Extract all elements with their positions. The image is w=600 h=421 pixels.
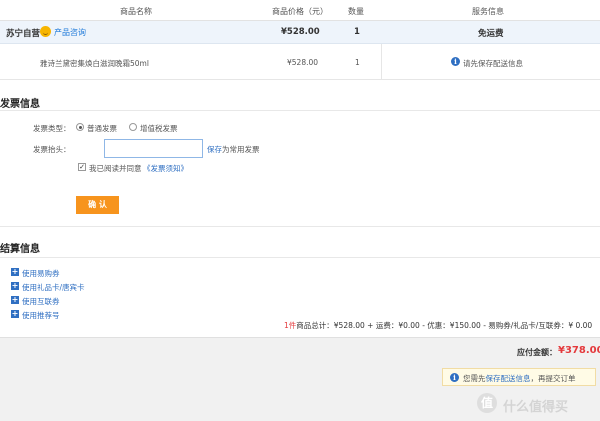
order-summary: 1件商品总计：¥528.00 + 运费：¥0.00 - 优惠：¥150.00 -…	[284, 320, 592, 331]
product-quantity: 1	[355, 58, 360, 67]
notice-prefix: 您需先	[463, 374, 486, 383]
agree-checkbox[interactable]: ✓	[78, 163, 86, 171]
store-quantity: 1	[354, 27, 360, 37]
smiley-icon	[40, 26, 51, 37]
col-price: 商品价格（元）	[272, 7, 328, 16]
col-service: 服务信息	[472, 7, 504, 16]
service-hint: 请先保存配送信息	[463, 59, 523, 68]
notice-text: 您需先保存配送信息，再提交订单	[463, 373, 576, 384]
use-gift-card-link[interactable]: 使用礼品卡/唐宾卡	[22, 282, 85, 293]
expand-plus-icon[interactable]: +	[11, 282, 19, 290]
order-table-header: 商品名称 商品价格（元） 数量 服务信息	[0, 0, 600, 21]
invoice-header-input[interactable]	[104, 139, 203, 158]
use-hulian-coupon-link[interactable]: 使用互联券	[22, 296, 60, 307]
notice-suffix: ，再提交订单	[530, 374, 576, 383]
divider	[0, 257, 600, 258]
radio-normal-invoice[interactable]	[76, 123, 84, 131]
shipping-info: 免运费	[478, 29, 504, 39]
payable-amount: ¥378.00	[558, 345, 600, 356]
expand-plus-icon[interactable]: +	[11, 310, 19, 318]
product-name[interactable]: 雅诗兰黛密集焕白滋润晚霜50ml	[40, 58, 149, 69]
store-row: 苏宁自营 产品咨询 ¥528.00 1 免运费	[0, 21, 600, 44]
watermark-logo-icon: 值	[477, 393, 497, 413]
col-product-name: 商品名称	[120, 7, 152, 16]
invoice-type-label: 发票类型：	[33, 124, 71, 133]
watermark-text: 什么值得买	[503, 400, 569, 415]
use-yigou-coupon-link[interactable]: 使用易购券	[22, 268, 60, 279]
info-icon: i	[450, 373, 459, 382]
column-divider	[381, 44, 382, 80]
summary-text: 商品总计：¥528.00 + 运费：¥0.00 - 优惠：¥150.00 - 易…	[296, 321, 593, 330]
expand-plus-icon[interactable]: +	[11, 296, 19, 304]
store-price: ¥528.00	[281, 27, 320, 37]
payable-label: 应付金额：	[517, 348, 557, 357]
radio-vat-invoice[interactable]	[129, 123, 137, 131]
save-link[interactable]: 保存	[207, 144, 222, 155]
invoice-notice-link[interactable]: 《发票须知》	[143, 163, 188, 174]
expand-plus-icon[interactable]: +	[11, 268, 19, 276]
normal-invoice-label[interactable]: 普通发票	[87, 123, 117, 134]
product-consult-link[interactable]: 产品咨询	[54, 27, 86, 38]
vat-invoice-label[interactable]: 增值税发票	[140, 123, 178, 134]
invoice-header-label: 发票抬头：	[33, 145, 71, 154]
info-icon: i	[451, 57, 460, 66]
invoice-section-title: 发票信息	[0, 99, 40, 110]
divider	[0, 110, 600, 111]
save-delivery-link[interactable]: 保存配送信息	[486, 374, 531, 383]
product-price: ¥528.00	[287, 58, 319, 67]
agree-text: 我已阅读并同意	[89, 164, 142, 173]
divider	[0, 226, 600, 227]
settlement-section-title: 结算信息	[0, 244, 40, 255]
confirm-button[interactable]: 确 认	[76, 196, 119, 214]
product-row: 雅诗兰黛密集焕白滋润晚霜50ml ¥528.00 1 i 请先保存配送信息	[0, 44, 600, 80]
save-suffix: 为常用发票	[222, 145, 260, 154]
use-referral-code-link[interactable]: 使用推荐号	[22, 310, 60, 321]
store-name: 苏宁自营	[6, 29, 41, 39]
submit-notice: i 您需先保存配送信息，再提交订单	[442, 368, 596, 386]
col-quantity: 数量	[348, 7, 364, 16]
item-count: 1件	[284, 321, 297, 330]
